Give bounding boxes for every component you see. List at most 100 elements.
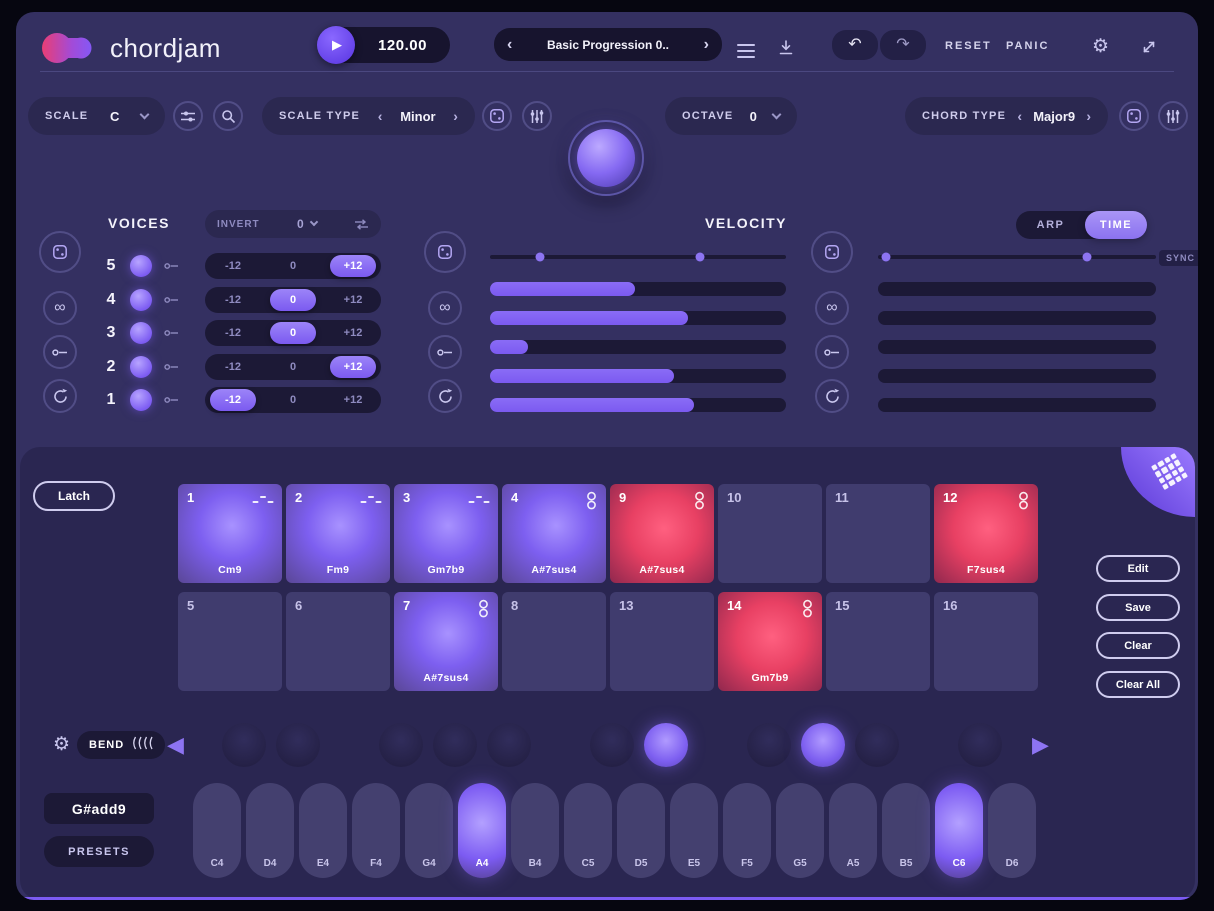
time-bar-3[interactable] (878, 340, 1156, 354)
key-A4[interactable]: A4 (458, 783, 506, 878)
key-F4[interactable]: F4 (352, 783, 400, 878)
voice-4-offset-+12[interactable]: +12 (330, 289, 376, 311)
velocity-cycle-button[interactable] (428, 379, 462, 413)
key-A5[interactable]: A5 (829, 783, 877, 878)
voice-link-icon[interactable] (158, 329, 184, 337)
pad-15[interactable]: 15 (826, 592, 930, 691)
key-E5[interactable]: E5 (670, 783, 718, 878)
pad-3[interactable]: 3Gm7b9 (394, 484, 498, 583)
chord-type-randomize-button[interactable] (1119, 101, 1149, 131)
bend-settings-gear-icon[interactable]: ⚙ (53, 733, 70, 756)
bend-knob[interactable] (379, 723, 423, 767)
menu-icon[interactable] (737, 44, 755, 62)
velocity-bar-2[interactable] (490, 311, 786, 325)
bend-knob[interactable] (276, 723, 320, 767)
velocity-infinity-button[interactable]: ∞ (428, 291, 462, 325)
pad-bank-corner-button[interactable] (1121, 447, 1195, 517)
velocity-range-handle[interactable] (536, 253, 545, 262)
key-F5[interactable]: F5 (723, 783, 771, 878)
time-tab[interactable]: TIME (1085, 211, 1147, 239)
pad-14[interactable]: 14Gm7b9 (718, 592, 822, 691)
velocity-bar-4[interactable] (490, 369, 786, 383)
key-E4[interactable]: E4 (299, 783, 347, 878)
voice-link-icon[interactable] (158, 262, 184, 270)
panic-button[interactable]: PANIC (1006, 40, 1049, 52)
arp-tab[interactable]: ARP (1016, 219, 1085, 231)
scale-search-button[interactable] (213, 101, 243, 131)
presets-button[interactable]: PRESETS (44, 836, 154, 867)
pad-6[interactable]: 6 (286, 592, 390, 691)
save-button[interactable]: Save (1096, 594, 1180, 621)
play-button[interactable]: ▶ (317, 26, 355, 64)
voice-toggle[interactable] (130, 255, 152, 277)
time-bar-1[interactable] (878, 282, 1156, 296)
bend-knob[interactable] (433, 723, 477, 767)
key-D6[interactable]: D6 (988, 783, 1036, 878)
time-cycle-button[interactable] (815, 379, 849, 413)
pad-11[interactable]: 11 (826, 484, 930, 583)
time-bar-4[interactable] (878, 369, 1156, 383)
voice-toggle[interactable] (130, 322, 152, 344)
invert-selector[interactable]: INVERT 0 (205, 210, 381, 238)
bend-knob-active[interactable] (644, 723, 688, 767)
time-range-handle[interactable] (882, 253, 891, 262)
key-B4[interactable]: B4 (511, 783, 559, 878)
scale-type-randomize-button[interactable] (482, 101, 512, 131)
time-range-handle[interactable] (1082, 253, 1091, 262)
bend-knob[interactable] (747, 723, 791, 767)
pad-8[interactable]: 8 (502, 592, 606, 691)
velocity-randomize-button[interactable] (424, 231, 466, 273)
clear-button[interactable]: Clear (1096, 632, 1180, 659)
key-C6[interactable]: C6 (935, 783, 983, 878)
preset-next-button[interactable]: › (704, 37, 709, 53)
voice-4-offset-0[interactable]: 0 (270, 289, 316, 311)
voice-5-offset--12[interactable]: -12 (210, 255, 256, 277)
bend-knob[interactable] (222, 723, 266, 767)
voice-toggle[interactable] (130, 389, 152, 411)
voice-1-offset--12[interactable]: -12 (210, 389, 256, 411)
reset-button[interactable]: RESET (945, 40, 992, 52)
velocity-range-handle[interactable] (696, 253, 705, 262)
bend-knob[interactable] (590, 723, 634, 767)
velocity-link-button[interactable] (428, 335, 462, 369)
voice-toggle[interactable] (130, 356, 152, 378)
key-B5[interactable]: B5 (882, 783, 930, 878)
time-bar-5[interactable] (878, 398, 1156, 412)
key-C4[interactable]: C4 (193, 783, 241, 878)
scale-type-prev-button[interactable]: ‹ (378, 109, 383, 123)
voices-link-button[interactable] (43, 335, 77, 369)
time-bar-2[interactable] (878, 311, 1156, 325)
voice-1-offset-0[interactable]: 0 (270, 389, 316, 411)
velocity-bar-1[interactable] (490, 282, 786, 296)
scale-tune-button[interactable] (173, 101, 203, 131)
key-G4[interactable]: G4 (405, 783, 453, 878)
voice-link-icon[interactable] (158, 363, 184, 371)
pad-10[interactable]: 10 (718, 484, 822, 583)
scale-type-spread-button[interactable] (522, 101, 552, 131)
pad-16[interactable]: 16 (934, 592, 1038, 691)
voice-link-icon[interactable] (158, 396, 184, 404)
voice-5-offset-0[interactable]: 0 (270, 255, 316, 277)
time-randomize-button[interactable] (811, 231, 853, 273)
voices-randomize-button[interactable] (39, 231, 81, 273)
voice-3-offset--12[interactable]: -12 (210, 322, 256, 344)
bend-knob[interactable] (855, 723, 899, 767)
preset-name[interactable]: Basic Progression 0.. (512, 38, 703, 52)
chord-type-next-button[interactable]: › (1086, 109, 1091, 123)
bend-knob[interactable] (958, 723, 1002, 767)
voice-5-offset-+12[interactable]: +12 (330, 255, 376, 277)
voice-2-offset--12[interactable]: -12 (210, 356, 256, 378)
pad-13[interactable]: 13 (610, 592, 714, 691)
keyboard-next-arrow[interactable]: ▶ (1032, 730, 1049, 761)
voice-2-offset-0[interactable]: 0 (270, 356, 316, 378)
voice-toggle[interactable] (130, 289, 152, 311)
spread-icon[interactable] (354, 219, 369, 230)
time-link-button[interactable] (815, 335, 849, 369)
pad-2[interactable]: 2Fm9 (286, 484, 390, 583)
settings-gear-icon[interactable]: ⚙ (1092, 35, 1109, 58)
edit-button[interactable]: Edit (1096, 555, 1180, 582)
voices-infinity-button[interactable]: ∞ (43, 291, 77, 325)
velocity-bar-5[interactable] (490, 398, 786, 412)
chord-type-spread-button[interactable] (1158, 101, 1188, 131)
voice-2-offset-+12[interactable]: +12 (330, 356, 376, 378)
